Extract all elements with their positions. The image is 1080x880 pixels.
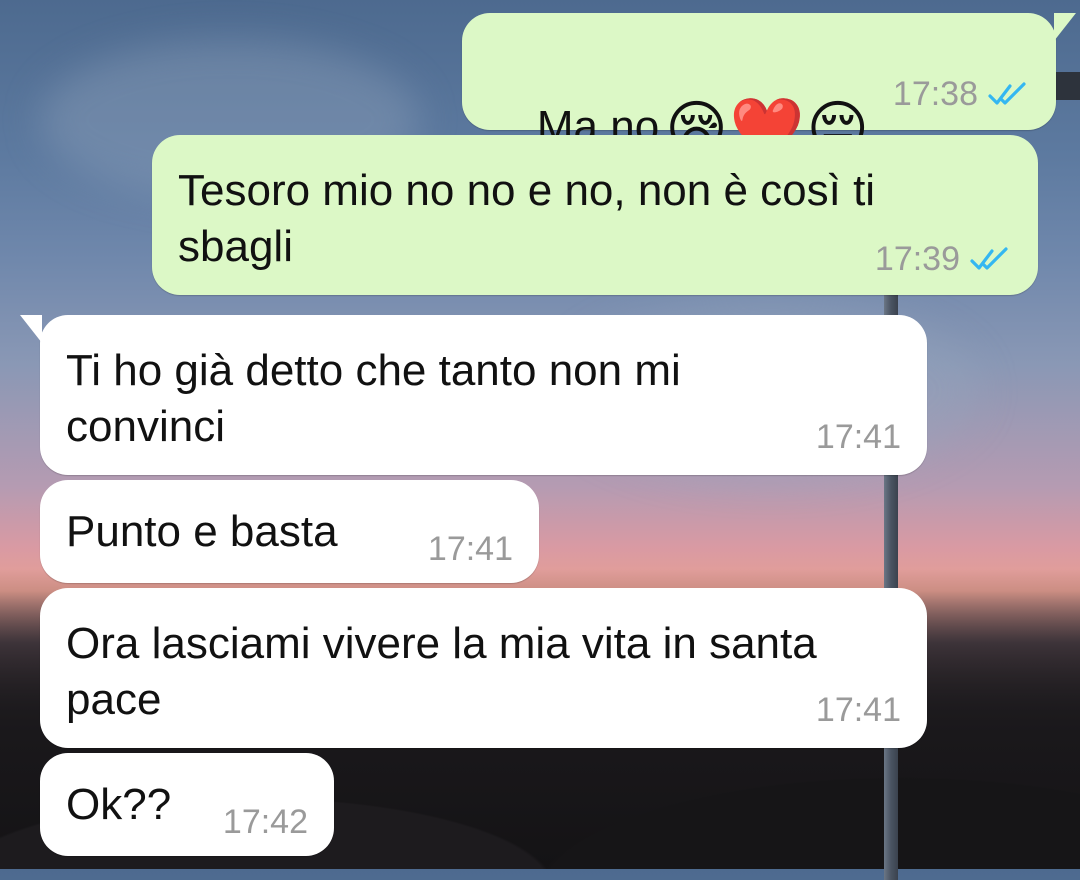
message-meta: 17:41 (816, 417, 901, 457)
message-meta: 17:41 (816, 690, 901, 730)
message-bubble-outgoing[interactable]: Tesoro mio no no e no, non è così ti sba… (152, 135, 1038, 295)
bubble-tail (20, 315, 42, 343)
message-time: 17:39 (874, 240, 960, 278)
message-meta: 17:41 (428, 529, 513, 569)
message-bubble-incoming[interactable]: Punto e basta 17:41 (40, 480, 539, 583)
message-meta: 17:42 (223, 802, 308, 842)
message-bubble-incoming[interactable]: Ok?? 17:42 (40, 753, 334, 856)
message-bubble-incoming[interactable]: Ora lasciami vivere la mia vita in santa… (40, 588, 927, 748)
message-time: 17:38 (892, 75, 978, 113)
bubble-tail (1054, 13, 1076, 41)
message-text: Ora lasciami vivere la mia vita in santa… (66, 619, 829, 724)
message-text: Tesoro mio no no e no, non è così ti sba… (178, 166, 888, 271)
message-time: 17:41 (815, 691, 901, 729)
message-time: 17:41 (815, 418, 901, 456)
double-check-icon (970, 247, 1008, 270)
message-meta: 17:39 (875, 239, 1012, 279)
message-bubble-incoming[interactable]: Ti ho già detto che tanto non mi convinc… (20, 315, 927, 475)
message-text: Ti ho già detto che tanto non mi convinc… (66, 346, 693, 451)
message-time: 17:42 (222, 803, 308, 841)
message-bubble-outgoing[interactable]: Ma no 😪❤️😔 17:38 (462, 13, 1076, 159)
message-time: 17:41 (427, 530, 513, 568)
double-check-icon (988, 82, 1026, 105)
message-meta: 17:38 (893, 74, 1030, 114)
